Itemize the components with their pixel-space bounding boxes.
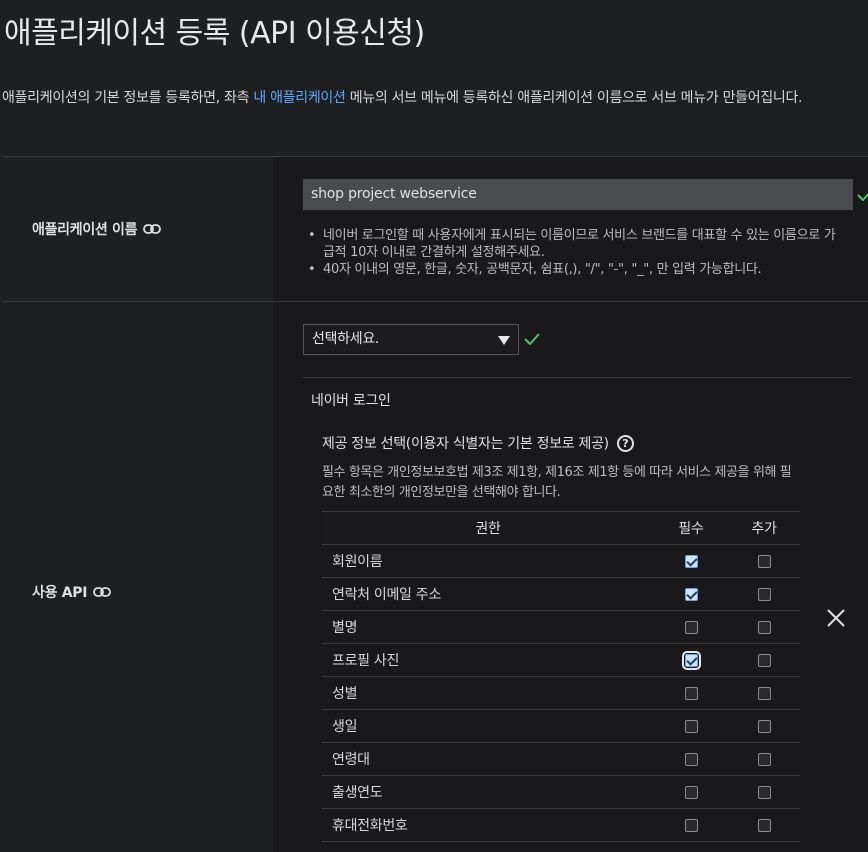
table-row: 별명 xyxy=(322,610,800,644)
valid-check-icon xyxy=(857,192,868,201)
additional-checkbox[interactable] xyxy=(757,686,771,700)
note-item: 40자 이내의 영문, 한글, 숫자, 공백문자, 쉼표(,), "/", "-… xyxy=(306,261,846,278)
required-cell xyxy=(654,676,728,710)
note-item: 네이버 로그인할 때 사용자에게 표시되는 이름이므로 서비스 브랜드를 대표할… xyxy=(306,227,846,261)
required-cell xyxy=(654,709,728,743)
table-row: 회원이름 xyxy=(322,544,800,578)
additional-checkbox[interactable] xyxy=(757,587,771,601)
table-row: 연락처 이메일 주소 xyxy=(322,577,800,611)
link-icon[interactable] xyxy=(93,587,112,597)
app-name-input[interactable] xyxy=(303,179,853,210)
header-additional: 추가 xyxy=(728,511,800,545)
info-title: 제공 정보 선택(이용자 식별자는 기본 정보로 제공) ? xyxy=(322,433,634,453)
table-row: 프로필 사진 xyxy=(322,643,800,677)
required-cell xyxy=(654,577,728,611)
permission-name: 별명 xyxy=(322,610,654,644)
additional-cell xyxy=(728,709,800,743)
help-icon[interactable]: ? xyxy=(616,434,634,452)
additional-cell xyxy=(728,643,800,677)
chevron-down-icon xyxy=(498,336,510,345)
required-checkbox[interactable] xyxy=(684,554,698,568)
required-cell xyxy=(654,775,728,809)
additional-cell xyxy=(728,808,800,842)
link-icon[interactable] xyxy=(143,224,162,234)
permission-name: 생일 xyxy=(322,709,654,743)
intro-text-part: 애플리케이션의 기본 정보를 등록하면, 좌측 xyxy=(2,90,254,106)
required-cell xyxy=(654,808,728,842)
additional-cell xyxy=(728,577,800,611)
required-cell xyxy=(654,544,728,578)
additional-cell xyxy=(728,610,800,644)
required-cell xyxy=(654,643,728,677)
api-name: 네이버 로그인 xyxy=(311,393,391,409)
valid-check-icon xyxy=(524,333,540,345)
required-checkbox[interactable] xyxy=(684,587,698,601)
permission-name: 출생연도 xyxy=(322,775,654,809)
api-select-value: 선택하세요. xyxy=(312,331,380,347)
divider xyxy=(3,301,868,302)
required-checkbox[interactable] xyxy=(684,785,698,799)
additional-checkbox[interactable] xyxy=(757,752,771,766)
intro-text: 애플리케이션의 기본 정보를 등록하면, 좌측 내 애플리케이션 메뉴의 서브 … xyxy=(2,84,868,112)
table-header-row: 권한 필수 추가 xyxy=(322,511,800,545)
permission-table: 권한 필수 추가 회원이름 연락처 이메일 주소 별명 프로필 사진 성별 생일 연령대 출생… xyxy=(322,511,800,842)
header-permission: 권한 xyxy=(322,511,654,545)
required-checkbox[interactable] xyxy=(684,686,698,700)
api-label-text: 사용 API xyxy=(32,585,88,601)
permission-name: 연락처 이메일 주소 xyxy=(322,577,654,611)
additional-checkbox[interactable] xyxy=(757,554,771,568)
header-required: 필수 xyxy=(654,511,728,545)
required-cell xyxy=(654,610,728,644)
additional-checkbox[interactable] xyxy=(757,785,771,799)
my-applications-link[interactable]: 내 애플리케이션 xyxy=(253,90,346,106)
required-checkbox[interactable] xyxy=(684,752,698,766)
additional-cell xyxy=(728,775,800,809)
info-title-text: 제공 정보 선택(이용자 식별자는 기본 정보로 제공) xyxy=(322,436,609,452)
additional-checkbox[interactable] xyxy=(757,818,771,832)
required-checkbox[interactable] xyxy=(684,818,698,832)
app-name-label: 애플리케이션 이름 xyxy=(32,219,162,239)
permission-name: 회원이름 xyxy=(322,544,654,578)
divider xyxy=(303,377,853,378)
intro-text-part: 메뉴의 서브 메뉴에 등록하신 애플리케이션 이름으로 서브 메뉴가 만들어집니… xyxy=(345,90,803,106)
additional-cell xyxy=(728,544,800,578)
table-row: 출생연도 xyxy=(322,775,800,809)
required-checkbox[interactable] xyxy=(684,719,698,733)
required-checkbox[interactable] xyxy=(684,620,698,634)
app-name-notes: 네이버 로그인할 때 사용자에게 표시되는 이름이므로 서비스 브랜드를 대표할… xyxy=(306,227,846,278)
additional-cell xyxy=(728,742,800,776)
additional-checkbox[interactable] xyxy=(757,719,771,733)
api-label: 사용 API xyxy=(32,582,112,602)
table-row: 생일 xyxy=(322,709,800,743)
additional-cell xyxy=(728,676,800,710)
permission-name: 프로필 사진 xyxy=(322,643,654,677)
required-checkbox[interactable] xyxy=(681,650,701,670)
permission-name: 휴대전화번호 xyxy=(322,808,654,842)
api-select[interactable]: 선택하세요. xyxy=(303,324,519,355)
table-row: 연령대 xyxy=(322,742,800,776)
permission-table-body: 회원이름 연락처 이메일 주소 별명 프로필 사진 성별 생일 연령대 출생연도 휴대전화번호 xyxy=(322,544,800,842)
app-name-label-text: 애플리케이션 이름 xyxy=(32,222,138,238)
required-cell xyxy=(654,742,728,776)
permission-name: 성별 xyxy=(322,676,654,710)
additional-checkbox[interactable] xyxy=(757,620,771,634)
table-row: 성별 xyxy=(322,676,800,710)
page-title: 애플리케이션 등록 (API 이용신청) xyxy=(4,16,425,51)
info-desc: 필수 항목은 개인정보보호법 제3조 제1항, 제16조 제1항 등에 따라 서… xyxy=(322,465,792,500)
close-icon[interactable] xyxy=(826,608,846,628)
table-row: 휴대전화번호 xyxy=(322,808,800,842)
permission-name: 연령대 xyxy=(322,742,654,776)
additional-checkbox[interactable] xyxy=(757,653,771,667)
